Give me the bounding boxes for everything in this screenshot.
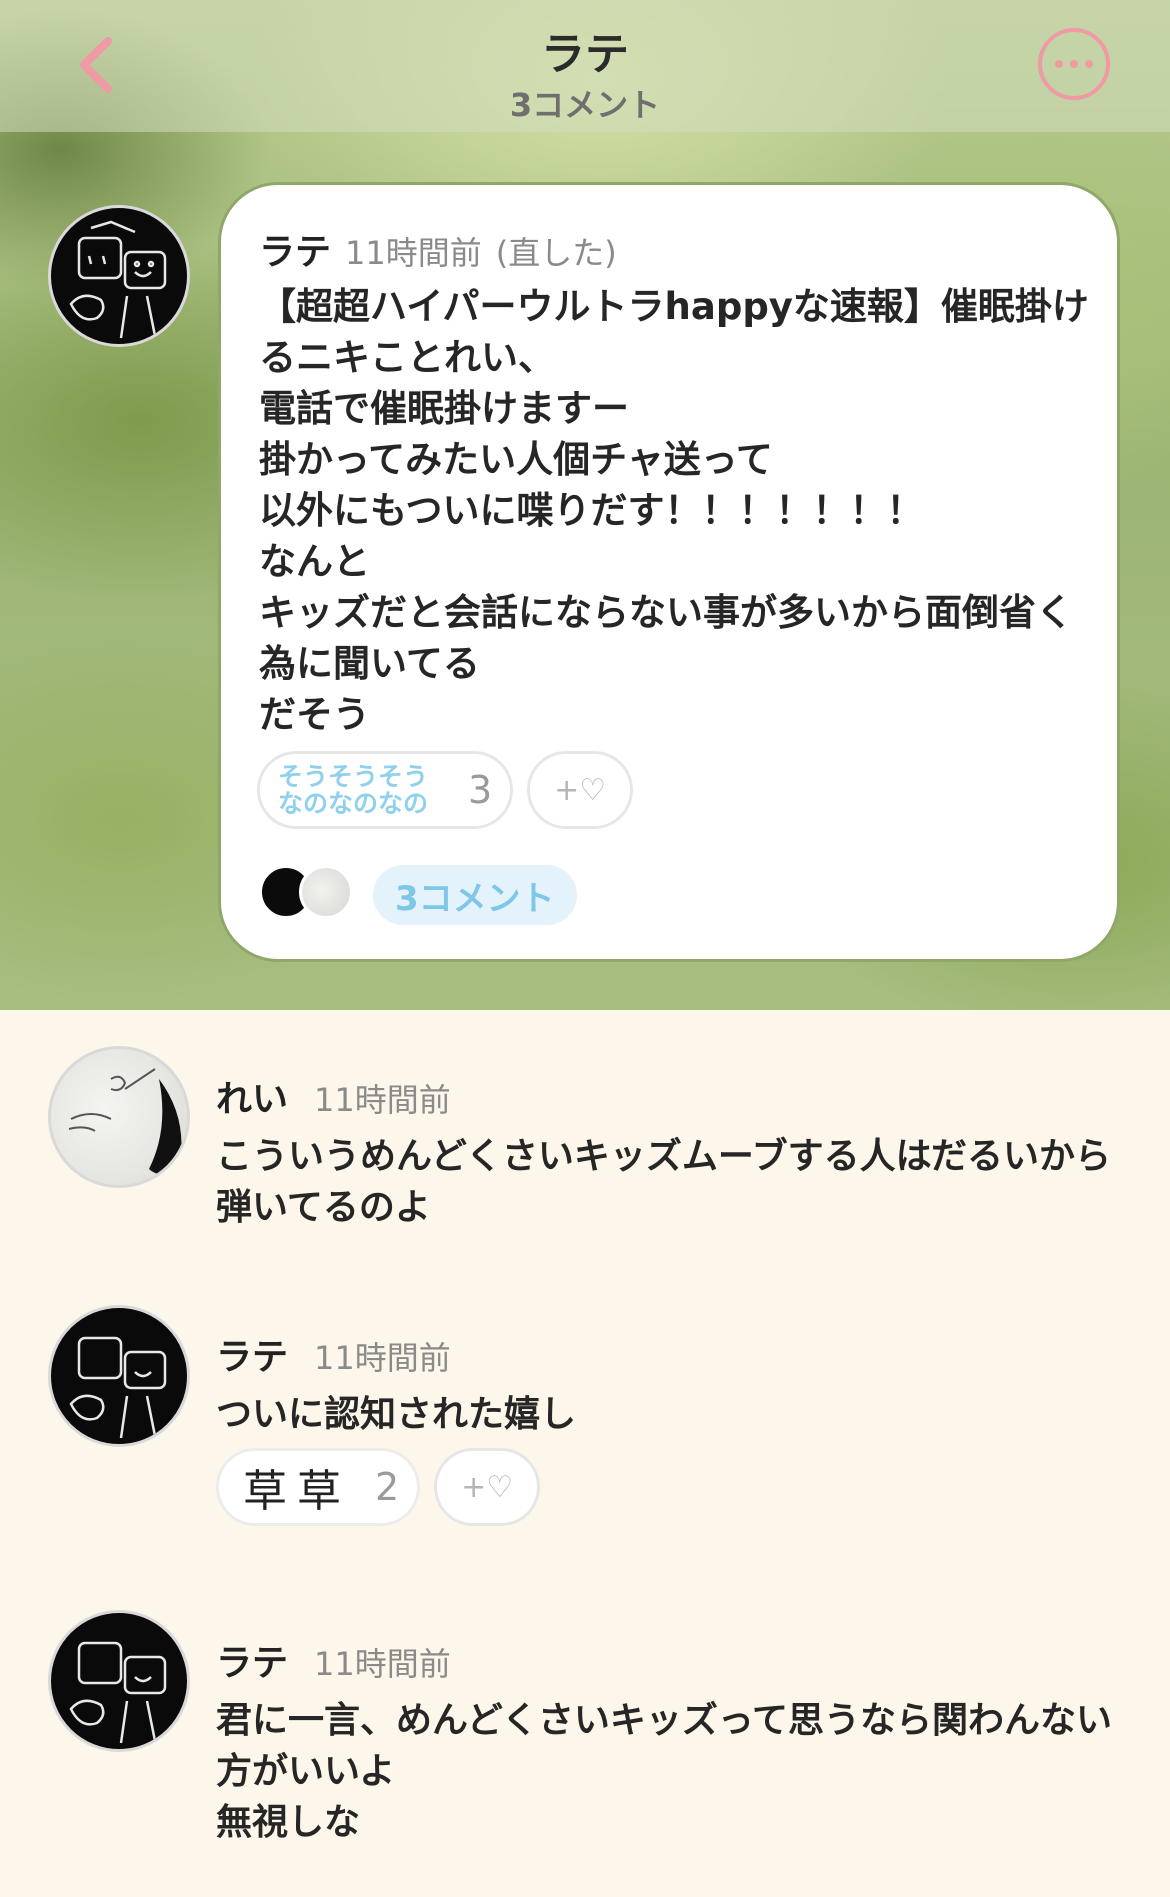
comment-header: ラテ 11時間前 <box>216 1328 451 1380</box>
comment-time: 11時間前 <box>314 1081 451 1119</box>
comment-author[interactable]: ラテ <box>216 1634 288 1686</box>
page-subtitle: 3コメント <box>509 86 661 124</box>
add-reaction-button[interactable]: +♡ <box>527 751 634 829</box>
post-reactions: そうそうそう なのなのなの 3 +♡ <box>257 751 634 829</box>
comment-header: ラテ 11時間前 <box>216 1634 451 1686</box>
comment-body: こういうめんどくさいキッズムーブする人はだるいから弾いてるのよ <box>216 1136 1111 1228</box>
comment-author[interactable]: れい <box>216 1070 288 1122</box>
comment-author[interactable]: ラテ <box>216 1328 288 1380</box>
avatar[interactable] <box>48 1305 190 1447</box>
post-body: 【超超ハイパーウルトラhappyな速報】催眠掛けるニキことれい、 電話で催眠掛け… <box>259 285 1089 736</box>
reaction-count: 2 <box>375 1465 400 1509</box>
avatar[interactable] <box>48 205 190 347</box>
avatar-sketch-icon <box>69 220 167 339</box>
reaction-count: 3 <box>468 768 493 812</box>
comment-body: 君に一言、めんどくさいキッズって思うなら関わんない方がいいよ 無視しな <box>216 1700 1113 1843</box>
comment-reactions: 草草 2 +♡ <box>216 1448 541 1526</box>
heart-plus-icon: +♡ <box>461 1469 514 1505</box>
comments-count-button[interactable]: 3コメント <box>373 865 577 925</box>
commenter-avatars <box>259 865 359 921</box>
avatar-sketch-icon <box>69 1641 167 1744</box>
avatar <box>299 865 353 919</box>
post-header: ラテ 11時間前 (直した) <box>259 223 617 275</box>
avatar-sketch-icon <box>68 1068 182 1174</box>
add-reaction-button[interactable]: +♡ <box>434 1448 541 1526</box>
reaction-stamp: 草草 <box>237 1455 357 1519</box>
reaction-chip[interactable]: そうそうそう なのなのなの 3 <box>257 751 514 829</box>
post-edited-label: (直した) <box>495 234 617 272</box>
reaction-stamp: そうそうそう なのなのなの <box>278 762 429 818</box>
avatar[interactable] <box>48 1610 190 1752</box>
post-card[interactable]: ラテ 11時間前 (直した) 【超超ハイパーウルトラhappyな速報】催眠掛ける… <box>218 182 1120 962</box>
comment-time: 11時間前 <box>314 1339 451 1377</box>
post-time: 11時間前 <box>345 234 482 272</box>
more-button[interactable] <box>1038 28 1110 100</box>
comment-header: れい 11時間前 <box>216 1070 451 1122</box>
comment-body: ついに認知された嬉し <box>216 1394 577 1435</box>
heart-plus-icon: +♡ <box>554 772 607 808</box>
comment-time: 11時間前 <box>314 1645 451 1683</box>
post-author[interactable]: ラテ <box>259 223 331 275</box>
avatar-sketch-icon <box>69 1336 167 1439</box>
top-bar: ラテ 3コメント <box>0 0 1170 132</box>
page-title: ラテ <box>541 29 629 80</box>
reaction-chip[interactable]: 草草 2 <box>216 1448 421 1526</box>
ellipsis-icon <box>1055 60 1063 68</box>
avatar[interactable] <box>48 1046 190 1188</box>
